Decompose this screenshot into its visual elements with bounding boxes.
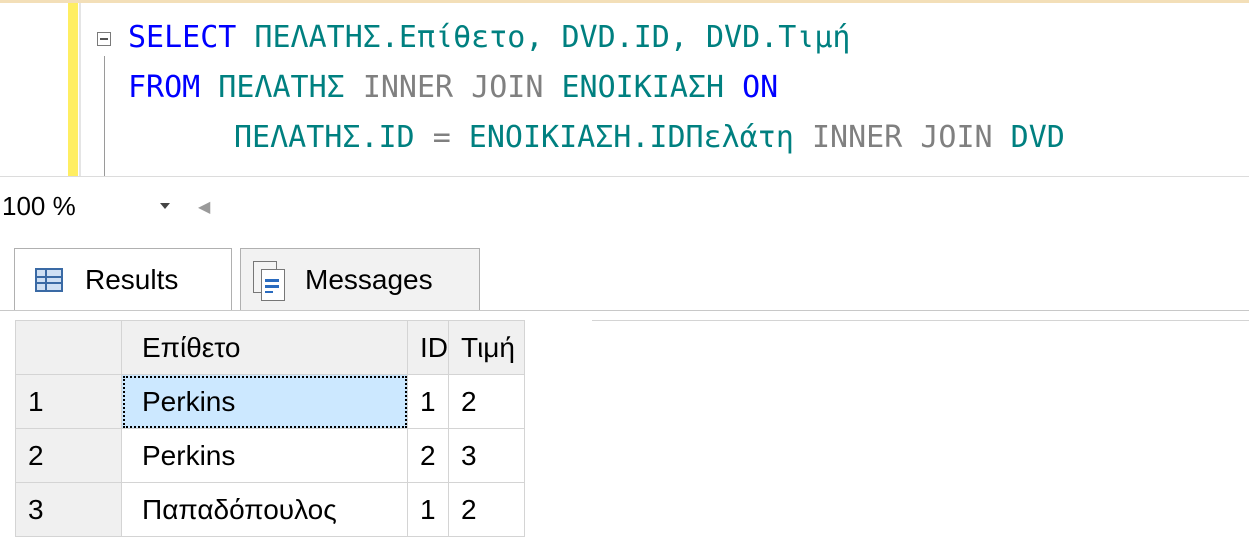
keyword: INNER bbox=[362, 70, 454, 105]
table-cell[interactable]: 2 bbox=[448, 482, 525, 537]
table-cell[interactable]: 1 bbox=[407, 374, 449, 429]
tab-results[interactable]: Results bbox=[14, 248, 232, 310]
column-header[interactable]: Τιμή bbox=[448, 320, 525, 375]
table-row: 2 Perkins 2 3 bbox=[15, 428, 525, 483]
query-editor[interactable]: SELECT ΠΕΛΑΤΗΣ.Επίθετο, DVD.ID, DVD.Τιμή… bbox=[0, 0, 1249, 176]
keyword: INNER bbox=[811, 120, 903, 155]
code-line-2: FROM ΠΕΛΑΤΗΣ INNER JOIN ΕΝΟΙΚΙΑΣΗ ON bbox=[128, 70, 778, 106]
code-text: ΠΕΛΑΤΗΣ.Επίθετο, DVD.ID, DVD.Τιμή bbox=[236, 20, 851, 55]
change-marker bbox=[68, 3, 78, 176]
tab-messages[interactable]: Messages bbox=[240, 248, 480, 310]
scroll-left-icon[interactable]: ◀ bbox=[198, 197, 210, 217]
zoom-dropdown-icon[interactable] bbox=[160, 203, 170, 209]
collapse-icon[interactable] bbox=[97, 32, 111, 46]
table-row: 3 Παπαδόπουλος 1 2 bbox=[15, 482, 525, 537]
header-row: Επίθετο ID Τιμή bbox=[15, 320, 525, 375]
keyword: SELECT bbox=[128, 20, 237, 55]
code-text: ΠΕΛΑΤΗΣ bbox=[200, 70, 363, 105]
tab-strip-divider bbox=[0, 310, 1249, 311]
table-cell[interactable]: Perkins bbox=[121, 374, 408, 429]
keyword: FROM bbox=[128, 70, 201, 105]
results-grid[interactable]: Επίθετο ID Τιμή 1 Perkins 1 2 2 Perkins … bbox=[15, 320, 525, 537]
zoom-level[interactable]: 100 % bbox=[2, 191, 76, 222]
table-row: 1 Perkins 1 2 bbox=[15, 374, 525, 429]
row-header-corner[interactable] bbox=[15, 320, 122, 375]
tab-results-label: Results bbox=[85, 263, 179, 295]
table-cell[interactable]: 3 bbox=[448, 428, 525, 483]
code-line-1: SELECT ΠΕΛΑΤΗΣ.Επίθετο, DVD.ID, DVD.Τιμή bbox=[128, 20, 850, 56]
table-cell[interactable]: 2 bbox=[407, 428, 449, 483]
table-cell[interactable]: Perkins bbox=[121, 428, 408, 483]
grid-border bbox=[592, 320, 1249, 321]
row-number[interactable]: 1 bbox=[15, 374, 122, 429]
editor-top-border bbox=[0, 0, 1249, 3]
keyword: ON bbox=[742, 70, 779, 105]
outline-guide bbox=[104, 56, 105, 176]
code-text: ΕΝΟΙΚΙΑΣΗ bbox=[543, 70, 743, 105]
editor-gutter bbox=[79, 3, 81, 176]
keyword: JOIN bbox=[920, 120, 993, 155]
table-cell[interactable]: 1 bbox=[407, 482, 449, 537]
tab-messages-label: Messages bbox=[305, 263, 433, 295]
code-text: ΕΝΟΙΚΙΑΣΗ.IDΠελάτη bbox=[450, 120, 812, 155]
operator: = bbox=[432, 120, 451, 155]
keyword: JOIN bbox=[471, 70, 544, 105]
results-tabs: Results Messages bbox=[0, 232, 1249, 314]
table-cell[interactable]: 2 bbox=[448, 374, 525, 429]
messages-icon bbox=[253, 260, 285, 301]
code-line-3: ΠΕΛΑΤΗΣ.ID = ΕΝΟΙΚΙΑΣΗ.IDΠελάτη INNER JO… bbox=[234, 120, 1065, 156]
column-header[interactable]: Επίθετο bbox=[121, 320, 408, 375]
grid-icon bbox=[35, 267, 63, 292]
code-text: ΠΕΛΑΤΗΣ.ID bbox=[234, 120, 433, 155]
editor-status-bar: 100 % ◀ bbox=[0, 176, 1249, 233]
table-cell[interactable]: Παπαδόπουλος bbox=[121, 482, 408, 537]
code-text: DVD bbox=[992, 120, 1065, 155]
column-header[interactable]: ID bbox=[407, 320, 449, 375]
row-number[interactable]: 2 bbox=[15, 428, 122, 483]
row-number[interactable]: 3 bbox=[15, 482, 122, 537]
